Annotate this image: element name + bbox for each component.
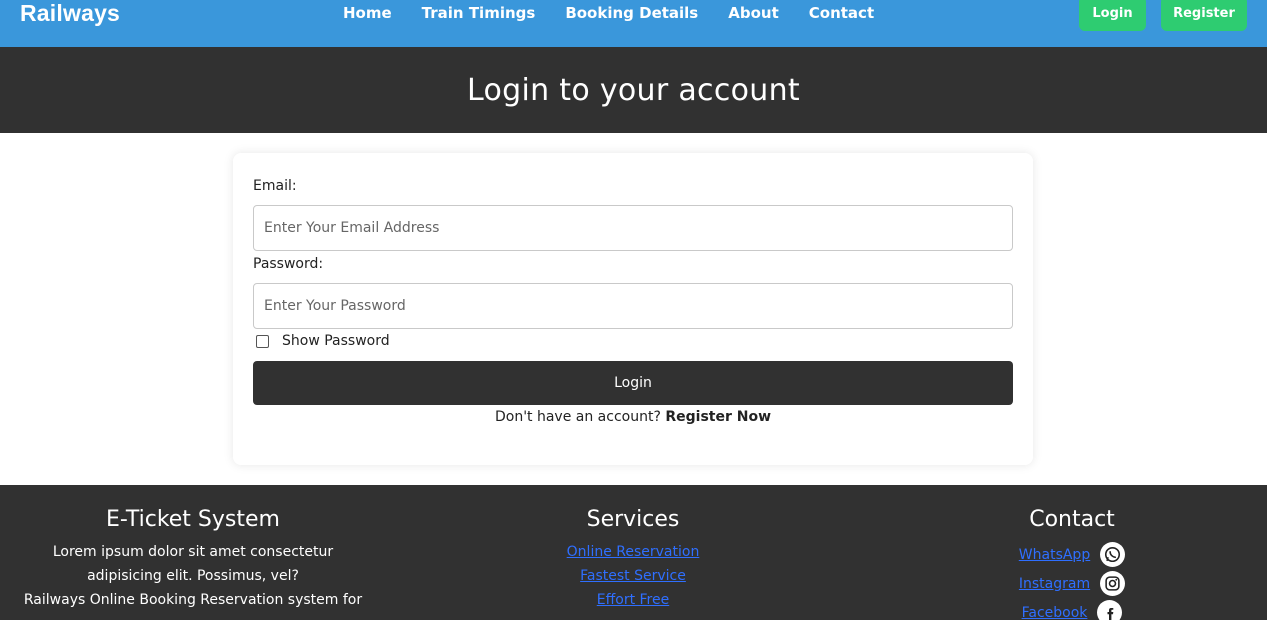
whatsapp-link[interactable]: WhatsApp bbox=[1019, 547, 1090, 563]
footer-contact-title: Contact bbox=[1029, 507, 1115, 532]
nav-train-timings[interactable]: Train Timings bbox=[422, 4, 536, 22]
title-band: Login to your account bbox=[0, 47, 1267, 133]
register-prompt-line: Don't have an account? Register Now bbox=[233, 409, 1033, 425]
password-field[interactable] bbox=[253, 283, 1013, 329]
login-submit-button[interactable]: Login bbox=[253, 361, 1013, 405]
email-field[interactable] bbox=[253, 205, 1013, 251]
show-password-label[interactable]: Show Password bbox=[282, 333, 390, 349]
show-password-row: Show Password bbox=[256, 333, 390, 349]
show-password-checkbox[interactable] bbox=[256, 334, 269, 348]
footer: E-Ticket System Lorem ipsum dolor sit am… bbox=[0, 485, 1267, 620]
footer-about-line: Railways Online Booking Reservation syst… bbox=[23, 592, 363, 608]
service-fastest-service-link[interactable]: Fastest Service bbox=[533, 564, 733, 588]
password-label: Password: bbox=[253, 256, 324, 272]
nav-links: Home Train Timings Booking Details About… bbox=[343, 4, 904, 22]
footer-services-title: Services bbox=[586, 507, 680, 532]
whatsapp-icon[interactable] bbox=[1100, 542, 1126, 567]
instagram-icon[interactable] bbox=[1100, 571, 1126, 596]
footer-about-title: E-Ticket System bbox=[106, 507, 280, 532]
nav-about[interactable]: About bbox=[728, 4, 779, 22]
contact-item-whatsapp: WhatsApp bbox=[972, 540, 1172, 569]
footer-about-line: Lorem ipsum dolor sit amet consectetur bbox=[52, 544, 334, 560]
facebook-link[interactable]: Facebook bbox=[1022, 605, 1088, 620]
email-label: Email: bbox=[253, 178, 297, 194]
footer-about-line: adipisicing elit. Possimus, vel? bbox=[87, 568, 299, 584]
header-register-button[interactable]: Register bbox=[1161, 0, 1247, 31]
service-online-reservation-link[interactable]: Online Reservation bbox=[533, 540, 733, 564]
brand-logo[interactable]: Railways bbox=[20, 0, 120, 27]
page-title: Login to your account bbox=[467, 72, 800, 108]
header-login-button[interactable]: Login bbox=[1079, 0, 1146, 31]
instagram-link[interactable]: Instagram bbox=[1019, 576, 1090, 592]
contact-item-facebook: Facebook bbox=[972, 598, 1172, 620]
footer-about: E-Ticket System Lorem ipsum dolor sit am… bbox=[18, 507, 368, 612]
nav-home[interactable]: Home bbox=[343, 4, 392, 22]
nav-contact[interactable]: Contact bbox=[809, 4, 874, 22]
facebook-icon[interactable] bbox=[1097, 600, 1123, 620]
login-card: Email: Password: Show Password Login Don… bbox=[233, 153, 1033, 465]
register-prompt: Don't have an account? bbox=[494, 409, 666, 425]
register-now-link[interactable]: Register Now bbox=[665, 409, 771, 425]
footer-services: Services Online Reservation Fastest Serv… bbox=[533, 507, 733, 612]
footer-contact: Contact WhatsApp Instagram Facebook bbox=[972, 507, 1172, 620]
contact-item-instagram: Instagram bbox=[972, 569, 1172, 598]
navbar: Railways Home Train Timings Booking Deta… bbox=[0, 0, 1267, 47]
nav-booking-details[interactable]: Booking Details bbox=[565, 4, 698, 22]
service-effort-free-link[interactable]: Effort Free bbox=[533, 588, 733, 612]
